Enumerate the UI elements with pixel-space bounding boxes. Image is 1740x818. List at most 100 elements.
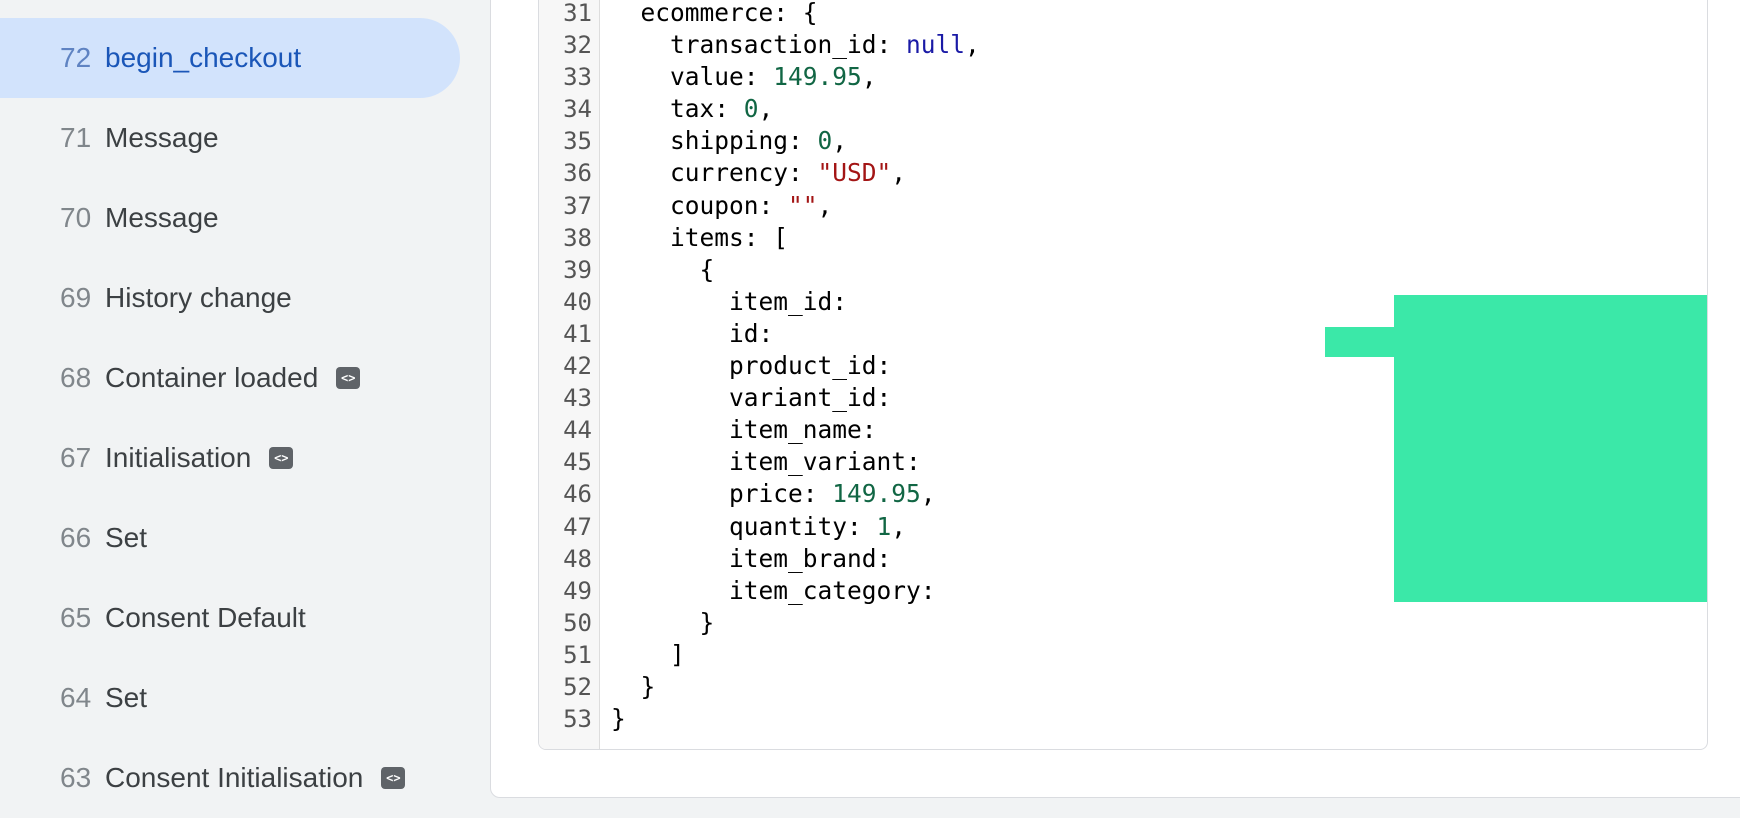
line-text: ecommerce: {: [611, 0, 818, 29]
code-line: 50 }: [539, 607, 1707, 639]
token-text: ,: [920, 479, 936, 509]
event-item-69[interactable]: 69 History change: [0, 258, 460, 338]
line-text: price: 149.95,: [611, 478, 936, 510]
event-item-64[interactable]: 64 Set: [0, 658, 460, 738]
token-text: value:: [611, 62, 774, 92]
line-text: item_variant:: [611, 446, 921, 478]
event-label: Message: [105, 202, 219, 233]
redacted-value-item-name: [1431, 424, 1481, 454]
line-number: 44: [563, 416, 592, 445]
line-text: shipping: 0,: [611, 125, 847, 157]
code-line: 35 shipping: 0,: [539, 125, 1707, 157]
token-text: item_category:: [611, 575, 936, 605]
event-item-71[interactable]: 71 Message: [0, 98, 460, 178]
line-number: 52: [563, 672, 592, 701]
token-text: ,: [832, 126, 848, 156]
code-line: 32 transaction_id: null,: [539, 29, 1707, 61]
line-number: 35: [563, 127, 592, 156]
code-tag-icon: <>: [269, 447, 294, 469]
line-text: coupon: "",: [611, 190, 832, 222]
token-text: ,: [891, 158, 907, 188]
line-text: }: [611, 671, 656, 703]
token-text: ,: [965, 30, 980, 60]
token-text: ,: [861, 62, 877, 92]
event-label: Container loaded: [105, 362, 319, 393]
event-label: History change: [105, 282, 292, 313]
line-number: 39: [563, 255, 592, 284]
event-label: Set: [105, 522, 148, 553]
event-label: Set: [105, 682, 148, 713]
event-item-66[interactable]: 66 Set: [0, 498, 460, 578]
code-line: 34 tax: 0,: [539, 93, 1707, 125]
token-text: {: [611, 254, 715, 284]
token-str: "USD": [817, 158, 892, 188]
redacted-value-item-brand: [1439, 538, 1479, 570]
line-text: variant_id:: [611, 382, 891, 414]
line-text: items: [: [611, 222, 788, 254]
code-line: 31 ecommerce: {: [539, 0, 1707, 29]
event-label: Message: [105, 122, 219, 153]
event-item-65[interactable]: 65 Consent Default: [0, 578, 460, 658]
line-text: item_category:: [611, 575, 936, 607]
token-text: }: [611, 704, 626, 734]
code-line: 51 ]: [539, 639, 1707, 671]
token-null: null: [906, 30, 966, 60]
line-number: 53: [563, 705, 592, 734]
token-num: 149.95: [773, 62, 862, 92]
event-number: 69: [60, 282, 92, 313]
code-line: 53}: [539, 703, 1707, 735]
code-line: 33 value: 149.95,: [539, 61, 1707, 93]
event-item-70[interactable]: 70 Message: [0, 178, 460, 258]
token-text: ,: [891, 511, 907, 541]
data-layer-code-viewer[interactable]: 31 ecommerce: {32 transaction_id: null, 3…: [538, 0, 1708, 750]
token-text: }: [611, 671, 656, 701]
line-text: product_id:: [611, 350, 891, 382]
token-text: tax:: [611, 94, 744, 124]
line-text: }: [611, 607, 715, 639]
code-line: 38 items: [: [539, 222, 1707, 254]
token-text: item_variant:: [611, 447, 921, 477]
token-text: }: [611, 607, 715, 637]
code-line: 39 {: [539, 254, 1707, 286]
token-text: item_id:: [611, 286, 862, 316]
token-num: 1: [876, 511, 892, 541]
token-text: transaction_id:: [611, 30, 907, 60]
line-text: value: 149.95,: [611, 61, 877, 93]
line-number: 50: [563, 608, 592, 637]
token-str: "": [788, 190, 818, 220]
token-num: 0: [743, 94, 759, 124]
line-number: 34: [563, 95, 592, 124]
event-number: 67: [60, 442, 92, 473]
line-number: 36: [563, 159, 592, 188]
event-number: 66: [60, 522, 92, 553]
code-tag-icon: <>: [381, 767, 406, 789]
line-text: item_brand:: [611, 543, 891, 575]
event-label: begin_checkout: [105, 42, 302, 73]
line-number: 42: [563, 352, 592, 381]
event-label: Initialisation: [105, 442, 252, 473]
event-number: 70: [60, 202, 92, 233]
event-item-68[interactable]: 68 Container loaded <>: [0, 338, 460, 418]
line-number: 48: [563, 544, 592, 573]
event-item-67[interactable]: 67 Initialisation <>: [0, 418, 460, 498]
line-number: 38: [563, 223, 592, 252]
line-number: 33: [563, 63, 592, 92]
event-label: Consent Initialisation: [105, 762, 364, 793]
event-label: Consent Default: [105, 602, 306, 633]
token-text: ecommerce: {: [611, 0, 818, 27]
token-text: price:: [611, 479, 833, 509]
event-number: 72: [60, 42, 92, 73]
line-number: 45: [563, 448, 592, 477]
event-number: 71: [60, 122, 92, 153]
token-text: variant_id:: [611, 383, 892, 413]
event-item-63[interactable]: 63 Consent Initialisation <>: [0, 738, 460, 818]
event-item-72[interactable]: 72 begin_checkout: [0, 18, 460, 98]
token-text: item_brand:: [611, 543, 892, 573]
line-number: 40: [563, 287, 592, 316]
line-text: transaction_id: null,: [611, 29, 980, 61]
line-number: 47: [563, 512, 592, 541]
token-text: product_id:: [611, 351, 892, 381]
token-num: 0: [817, 126, 833, 156]
code-line: 37 coupon: "",: [539, 190, 1707, 222]
token-text: currency:: [611, 158, 818, 188]
